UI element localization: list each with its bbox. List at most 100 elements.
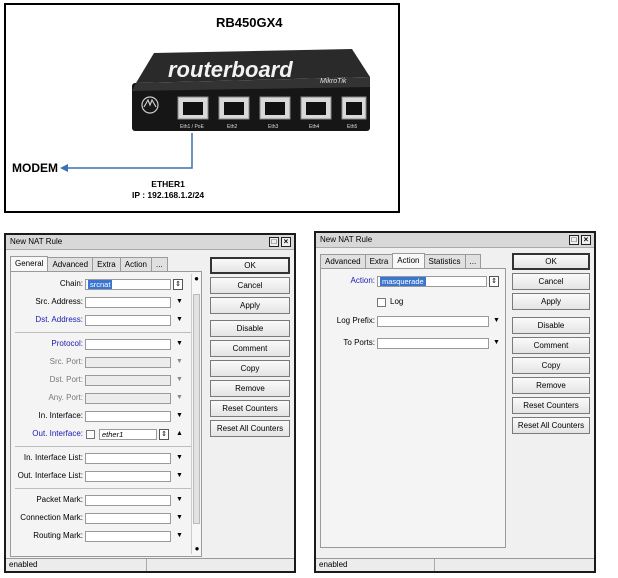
window-titlebar[interactable]: New NAT Rule □ × — [316, 233, 594, 248]
to-ports-label: To Ports: — [343, 338, 375, 347]
remove-button[interactable]: Remove — [512, 377, 590, 394]
cancel-button[interactable]: Cancel — [210, 277, 290, 294]
log-label: Log — [390, 297, 404, 306]
to-ports-dropdown-icon[interactable]: ▼ — [493, 337, 500, 349]
tab-action[interactable]: Action — [119, 257, 152, 271]
nat-rule-window-action: New NAT Rule □ × Advanced Extra Action S… — [314, 231, 596, 573]
status-text: enabled — [9, 560, 38, 569]
tab-more[interactable]: ... — [150, 257, 168, 271]
disable-button[interactable]: Disable — [210, 320, 290, 337]
out-interface-list-dropdown-icon[interactable]: ▼ — [176, 470, 183, 482]
src-port-field — [85, 357, 171, 368]
log-checkbox[interactable] — [377, 298, 386, 307]
in-interface-list-field[interactable] — [85, 453, 171, 464]
separator — [15, 332, 195, 333]
cancel-button[interactable]: Cancel — [512, 273, 590, 290]
packet-mark-dropdown-icon[interactable]: ▼ — [176, 494, 183, 506]
connection-mark-label: Connection Mark: — [20, 513, 83, 522]
copy-button[interactable]: Copy — [210, 360, 290, 377]
src-address-dropdown-icon[interactable]: ▼ — [176, 296, 183, 308]
routing-mark-dropdown-icon[interactable]: ▼ — [176, 530, 183, 542]
panel-scrollbar[interactable]: ● ● — [191, 274, 201, 554]
action-label: Action: — [350, 276, 375, 285]
dst-port-dropdown-icon: ▼ — [176, 376, 183, 383]
routing-mark-label: Routing Mark: — [33, 531, 83, 540]
window-titlebar[interactable]: New NAT Rule □ × — [6, 235, 294, 250]
chain-dropdown-icon[interactable]: ⇕ — [173, 279, 183, 290]
close-icon[interactable]: × — [581, 235, 591, 245]
src-address-field[interactable] — [85, 297, 171, 308]
status-bar: enabled — [6, 558, 294, 571]
out-interface-list-field[interactable] — [85, 471, 171, 482]
in-interface-list-label: In. Interface List: — [23, 453, 83, 462]
tab-extra[interactable]: Extra — [92, 257, 121, 271]
tab-advanced[interactable]: Advanced — [47, 257, 94, 271]
tab-statistics[interactable]: Statistics — [423, 254, 466, 268]
tab-action[interactable]: Action — [392, 253, 425, 268]
network-diagram: RB450GX4 routerboard MikroTik Eth1 / PoE… — [4, 3, 400, 213]
chain-field[interactable]: srcnat — [85, 279, 171, 290]
action-dropdown-icon[interactable]: ⇕ — [489, 276, 499, 287]
status-bar: enabled — [316, 558, 594, 571]
any-port-field — [85, 393, 171, 404]
any-port-dropdown-icon: ▼ — [176, 394, 183, 401]
reset-all-counters-button[interactable]: Reset All Counters — [210, 420, 290, 437]
comment-button[interactable]: Comment — [210, 340, 290, 357]
window-title: New NAT Rule — [320, 235, 373, 244]
separator — [15, 446, 195, 447]
connection-mark-field[interactable] — [85, 513, 171, 524]
tab-general[interactable]: General — [10, 256, 49, 271]
modem-label: MODEM — [12, 161, 58, 175]
scroll-thumb[interactable] — [193, 294, 200, 524]
ok-button[interactable]: OK — [210, 257, 290, 274]
ok-button[interactable]: OK — [512, 253, 590, 270]
in-interface-dropdown-icon[interactable]: ▼ — [176, 410, 183, 422]
copy-button[interactable]: Copy — [512, 357, 590, 374]
close-icon[interactable]: × — [281, 237, 291, 247]
log-prefix-field[interactable] — [377, 316, 489, 327]
routing-mark-field[interactable] — [85, 531, 171, 542]
packet-mark-label: Packet Mark: — [36, 495, 83, 504]
connection-mark-dropdown-icon[interactable]: ▼ — [176, 512, 183, 524]
maximize-icon[interactable]: □ — [269, 237, 279, 247]
out-interface-label: Out. Interface: — [32, 429, 83, 438]
out-interface-dropdown-icon[interactable]: ⇕ — [159, 429, 169, 440]
tab-more[interactable]: ... — [464, 254, 482, 268]
reset-counters-button[interactable]: Reset Counters — [210, 400, 290, 417]
out-interface-negate-checkbox[interactable] — [86, 430, 95, 439]
log-prefix-dropdown-icon[interactable]: ▼ — [493, 315, 500, 327]
out-interface-field[interactable]: ether1 — [99, 429, 157, 440]
reset-counters-button[interactable]: Reset Counters — [512, 397, 590, 414]
tab-advanced[interactable]: Advanced — [320, 254, 366, 268]
out-interface-collapse-icon[interactable]: ▲ — [176, 428, 183, 440]
in-interface-label: In. Interface: — [38, 411, 83, 420]
protocol-label: Protocol: — [51, 339, 83, 348]
maximize-icon[interactable]: □ — [569, 235, 579, 245]
src-port-label: Src. Port: — [49, 357, 83, 366]
dst-address-dropdown-icon[interactable]: ▼ — [176, 314, 183, 326]
general-panel: Chain: srcnat ⇕ Src. Address: ▼ Dst. Add… — [10, 271, 202, 557]
scroll-up-icon[interactable]: ● — [192, 274, 201, 284]
apply-button[interactable]: Apply — [512, 293, 590, 310]
log-prefix-label: Log Prefix: — [336, 316, 375, 325]
any-port-label: Any. Port: — [48, 393, 83, 402]
out-interface-list-label: Out. Interface List: — [17, 471, 83, 480]
protocol-field[interactable] — [85, 339, 171, 350]
chain-value: srcnat — [88, 280, 113, 289]
src-port-dropdown-icon: ▼ — [176, 358, 183, 365]
tab-extra[interactable]: Extra — [364, 254, 394, 268]
scroll-down-icon[interactable]: ● — [192, 544, 202, 554]
to-ports-field[interactable] — [377, 338, 489, 349]
ether1-label: ETHER1 IP : 192.168.1.2/24 — [132, 179, 204, 201]
apply-button[interactable]: Apply — [210, 297, 290, 314]
action-field[interactable]: masquerade — [377, 276, 487, 287]
protocol-dropdown-icon[interactable]: ▼ — [176, 338, 183, 350]
remove-button[interactable]: Remove — [210, 380, 290, 397]
dst-address-field[interactable] — [85, 315, 171, 326]
packet-mark-field[interactable] — [85, 495, 171, 506]
in-interface-list-dropdown-icon[interactable]: ▼ — [176, 452, 183, 464]
in-interface-field[interactable] — [85, 411, 171, 422]
reset-all-counters-button[interactable]: Reset All Counters — [512, 417, 590, 434]
comment-button[interactable]: Comment — [512, 337, 590, 354]
disable-button[interactable]: Disable — [512, 317, 590, 334]
